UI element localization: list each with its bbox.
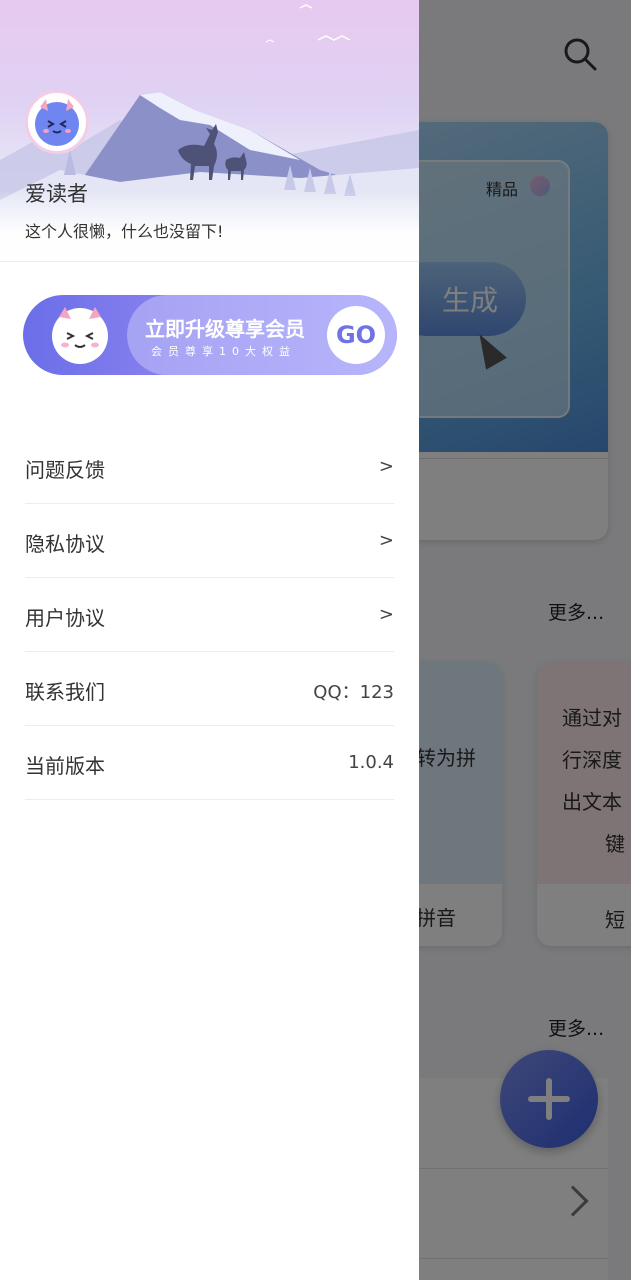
avatar[interactable] (25, 90, 89, 154)
drawer-header: 爱读者 这个人很懒，什么也没留下! (0, 0, 419, 262)
vip-upgrade-banner[interactable]: 立即升级尊享会员 会员尊享10大权益 GO (23, 295, 397, 375)
menu-item-feedback[interactable]: 问题反馈 > (25, 430, 394, 504)
drawer-menu: 问题反馈 > 隐私协议 > 用户协议 > 联系我们 QQ：123 当前版本 1.… (25, 430, 394, 800)
menu-item-label: 当前版本 (25, 754, 105, 778)
chevron-right-icon: > (378, 530, 394, 551)
contact-value: QQ：123 (313, 682, 394, 703)
menu-item-label: 问题反馈 (25, 458, 105, 482)
chevron-right-icon: > (378, 456, 394, 477)
menu-item-contact[interactable]: 联系我们 QQ：123 (25, 652, 394, 726)
chevron-right-icon: > (378, 604, 394, 625)
monster-avatar-icon (35, 99, 79, 146)
version-value: 1.0.4 (348, 752, 394, 773)
menu-item-privacy[interactable]: 隐私协议 > (25, 504, 394, 578)
menu-item-version[interactable]: 当前版本 1.0.4 (25, 726, 394, 800)
menu-item-label: 联系我们 (25, 680, 105, 704)
vip-title: 立即升级尊享会员 (145, 317, 305, 341)
menu-item-label: 隐私协议 (25, 532, 105, 556)
user-bio: 这个人很懒，什么也没留下! (25, 222, 224, 241)
vip-subtitle: 会员尊享10大权益 (151, 345, 296, 358)
mascot-icon (52, 307, 108, 364)
menu-item-label: 用户协议 (25, 606, 105, 630)
username: 爱读者 (25, 182, 88, 206)
menu-item-user-agreement[interactable]: 用户协议 > (25, 578, 394, 652)
navigation-drawer: 爱读者 这个人很懒，什么也没留下! 立即升级尊享会员 会员尊享10大权益 GO … (0, 0, 419, 1280)
go-button[interactable]: GO (327, 306, 385, 364)
